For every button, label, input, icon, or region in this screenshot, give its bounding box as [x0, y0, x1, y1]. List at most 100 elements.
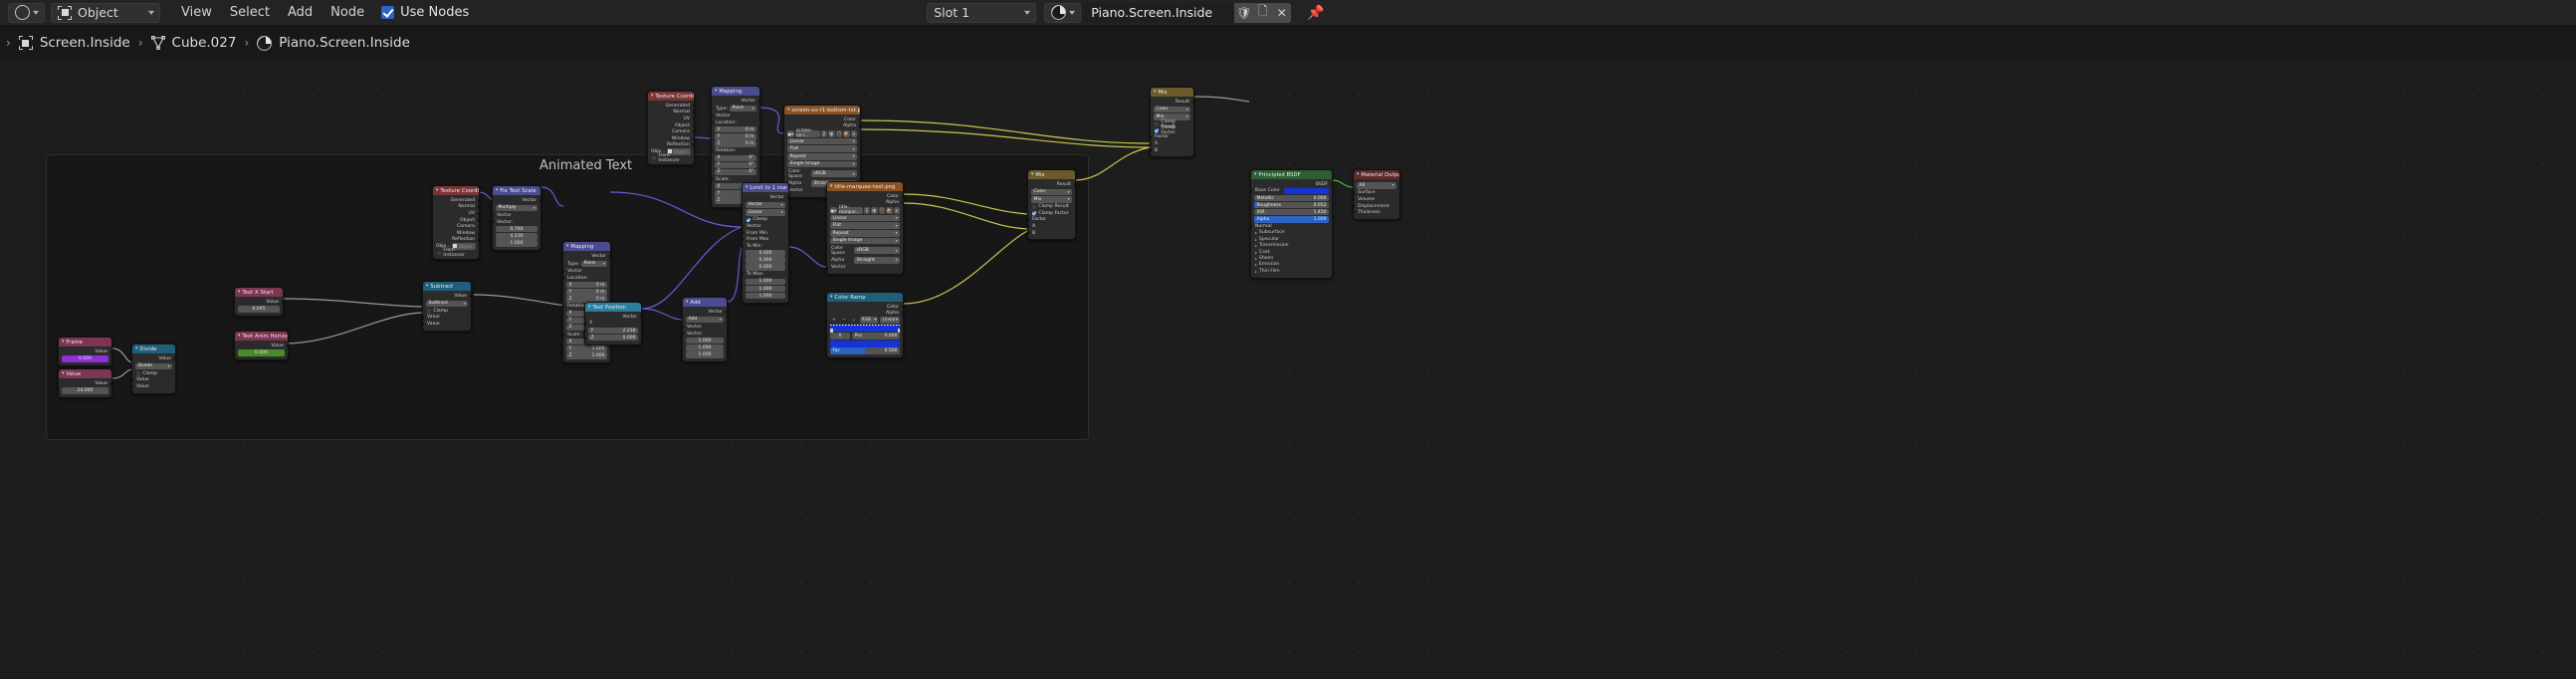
ior-slider[interactable]: IOR 1.450: [1254, 209, 1329, 216]
socket-row[interactable]: Color: [830, 193, 903, 200]
socket-row[interactable]: Vector: [588, 314, 641, 321]
ramp-color-mode-dropdown[interactable]: RGB ▾: [859, 317, 879, 324]
socket-row[interactable]: Normal: [1251, 223, 1329, 230]
collapse-icon[interactable]: ▾: [830, 184, 832, 189]
colorspace-dropdown[interactable]: sRGB ▾: [811, 170, 857, 177]
copy-icon[interactable]: 🗋: [1253, 2, 1273, 23]
socket-row[interactable]: Value: [423, 321, 468, 328]
socket-row[interactable]: Value: [132, 383, 172, 390]
socket-row[interactable]: To Max:: [743, 271, 785, 278]
socket-uv[interactable]: [692, 116, 694, 121]
node-map-range[interactable]: ▾ Limit to 1 row of text Vector Vector ▾ …: [742, 182, 789, 304]
node-header[interactable]: ▾ Principled BSDF: [1251, 170, 1332, 179]
socket-row[interactable]: Vector: [683, 324, 724, 331]
node-material-output[interactable]: ▾ Material Output All ▾ Surface Volume Di…: [1353, 169, 1400, 220]
menu-add[interactable]: Add: [279, 5, 322, 20]
socket-row[interactable]: Alpha: [787, 123, 860, 130]
interpolation-dropdown[interactable]: Linear ▾: [830, 214, 900, 222]
breadcrumb-item-mesh[interactable]: Cube.027: [145, 35, 243, 51]
socket-row[interactable]: Vector: [827, 265, 900, 272]
socket-color[interactable]: [901, 194, 903, 198]
socket-row[interactable]: From Max: [743, 236, 785, 243]
socket-location[interactable]: [563, 276, 565, 280]
socket-value-out[interactable]: [281, 300, 283, 304]
socket-row[interactable]: Vector: [686, 309, 727, 316]
socket-reflection[interactable]: [692, 143, 694, 147]
socket-row[interactable]: Object: [436, 217, 479, 224]
socket-alpha[interactable]: [858, 124, 860, 128]
socket-normal[interactable]: [1251, 224, 1253, 229]
node-header[interactable]: ▾ title-marquee-text.png: [827, 182, 903, 191]
socket-rotation[interactable]: [712, 148, 714, 153]
socket-row[interactable]: Vector: [743, 223, 785, 230]
to-min-x-field[interactable]: 0.000: [746, 250, 785, 257]
socket-row[interactable]: Value: [426, 293, 471, 300]
node-texture-coordinate-top[interactable]: ▾ Texture Coordinate Generated Normal UV…: [647, 91, 695, 166]
socket-row[interactable]: Vector: [493, 212, 537, 219]
collapse-icon[interactable]: ▾: [1154, 90, 1156, 95]
socket-vector-out[interactable]: [786, 195, 788, 199]
socket-row[interactable]: Vector: [712, 113, 756, 119]
image-selector-row[interactable]: ▣▾ screen-uv-r... 2 🛡 🗋 📦 ✕: [787, 128, 857, 138]
type-dropdown[interactable]: Point ▾: [730, 105, 756, 113]
menu-view[interactable]: View: [172, 5, 221, 20]
base-color-swatch[interactable]: [1283, 188, 1329, 194]
node-header[interactable]: ▾ Color Ramp: [827, 293, 903, 302]
users-count[interactable]: 2: [863, 207, 870, 214]
from-instancer-toggle[interactable]: From Instancer: [436, 248, 476, 258]
source-dropdown[interactable]: Single Image ▾: [787, 160, 857, 168]
node-text-position[interactable]: ▾ Text Position Vector X Y 2.230 Z 0.000: [584, 302, 642, 346]
socket-vector-b[interactable]: [683, 332, 685, 336]
menu-node[interactable]: Node: [322, 5, 373, 20]
ramp-toolbar[interactable]: + − ⌄ RGB ▾ Linear ▾: [830, 317, 900, 324]
value-field[interactable]: 24.000: [62, 387, 108, 394]
node-image-texture-marquee[interactable]: ▾ title-marquee-text.png Color Alpha ▣▾ …: [826, 181, 904, 276]
node-header[interactable]: ▾ Texture Coordinate: [648, 92, 694, 101]
roughness-slider[interactable]: Roughness 0.052: [1254, 201, 1329, 209]
breadcrumb-root-arrow[interactable]: ›: [4, 36, 13, 50]
ramp-stop-right[interactable]: [897, 328, 900, 333]
socket-row[interactable]: Alpha: [830, 311, 903, 318]
collapse-icon[interactable]: ▾: [651, 94, 653, 99]
collapse-icon[interactable]: ▾: [715, 89, 717, 94]
shield-icon[interactable]: 🛡: [828, 130, 835, 137]
ramp-remove-button[interactable]: −: [840, 318, 848, 323]
socket-row[interactable]: Window: [436, 230, 479, 237]
socket-vector-in[interactable]: [827, 266, 829, 270]
ramp-interpolation-dropdown[interactable]: Linear ▾: [880, 317, 900, 324]
socket-row[interactable]: Thickness: [1354, 209, 1396, 216]
socket-row[interactable]: Vector:: [683, 331, 724, 338]
socket-a[interactable]: [1151, 141, 1153, 146]
socket-value-out[interactable]: [109, 381, 111, 385]
node-header[interactable]: ▾ Subtract: [423, 282, 471, 291]
node-header[interactable]: ▾ Mix: [1151, 88, 1193, 97]
close-icon[interactable]: ✕: [1272, 2, 1292, 23]
socket-vector-out[interactable]: [757, 99, 759, 103]
collapse-icon[interactable]: ▾: [496, 188, 498, 193]
socket-row[interactable]: BSDF: [1254, 181, 1332, 188]
node-value-24[interactable]: ▾ Value Value 24.000: [58, 368, 112, 399]
ramp-stop-color-swatch[interactable]: [830, 340, 900, 347]
z-field[interactable]: Z 0.000: [588, 334, 638, 341]
socket-camera[interactable]: [477, 224, 479, 229]
socket-value-b[interactable]: [423, 322, 425, 327]
to-max-z-field[interactable]: 1.000: [746, 292, 785, 300]
socket-value-out[interactable]: [173, 356, 175, 360]
value-field[interactable]: 0.045: [238, 306, 280, 313]
socket-row[interactable]: A: [1151, 140, 1190, 147]
type-dropdown[interactable]: Point ▾: [581, 260, 607, 268]
node-mix-mid[interactable]: ▾ Mix Result Color ▾ Mix ▾ Clamp Result Cl…: [1027, 169, 1076, 241]
socket-row[interactable]: Result: [1154, 99, 1193, 106]
socket-from-max[interactable]: [743, 237, 745, 242]
socket-row[interactable]: Reflection: [651, 142, 694, 149]
socket-vector-out[interactable]: [725, 310, 727, 314]
material-name-field[interactable]: Piano.Screen.Inside: [1083, 2, 1235, 23]
socket-row[interactable]: Vector:: [493, 219, 537, 226]
socket-alpha[interactable]: [901, 201, 903, 205]
node-divide[interactable]: ▾ Divide Value Divide ▾ Clamp Value Value: [131, 343, 176, 394]
ramp-index-field[interactable]: 0: [830, 333, 850, 340]
node-frame-value[interactable]: ▾ Frame Value 0.000: [58, 337, 112, 367]
socket-x[interactable]: [585, 322, 587, 326]
extension-dropdown[interactable]: Repeat ▾: [787, 152, 857, 160]
socket-row[interactable]: Vector: [715, 98, 759, 105]
